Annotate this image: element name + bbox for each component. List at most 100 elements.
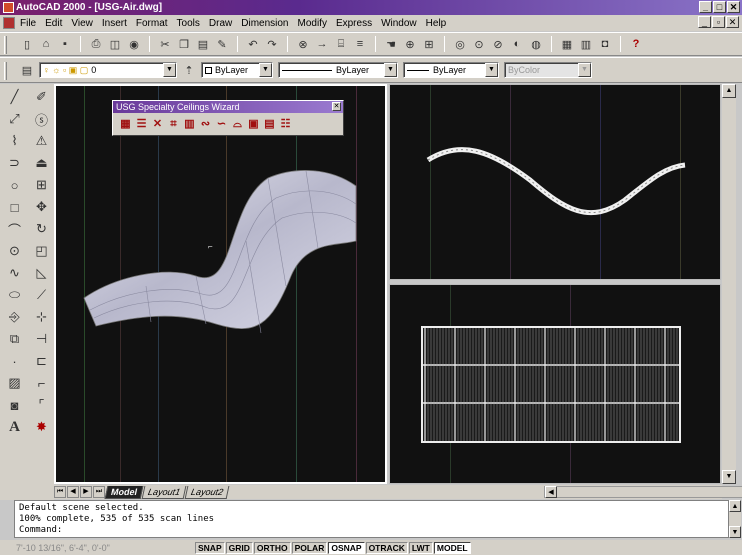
menu-window[interactable]: Window — [381, 18, 417, 29]
pan-icon[interactable]: ☚ — [384, 37, 398, 51]
extend-icon[interactable]: ⊣ — [28, 328, 55, 350]
match-properties-icon[interactable]: ✎ — [215, 37, 229, 51]
autocad-app-icon[interactable] — [3, 2, 14, 13]
menu-insert[interactable]: Insert — [102, 18, 127, 29]
menu-view[interactable]: View — [71, 18, 93, 29]
minimize-button[interactable]: _ — [699, 1, 712, 13]
design-center-icon[interactable]: ▥ — [579, 37, 593, 51]
first-tab-icon[interactable]: ⏮ — [54, 486, 66, 498]
command-window[interactable]: Default scene selected. 100% complete, 5… — [14, 500, 729, 538]
report-icon[interactable]: ▤ — [263, 117, 276, 131]
menu-edit[interactable]: Edit — [45, 18, 62, 29]
point-icon[interactable]: · — [1, 350, 28, 372]
zoom-extents-icon[interactable]: ◍ — [529, 37, 543, 51]
mirror-icon[interactable]: ⚠ — [28, 130, 55, 152]
redo-icon[interactable]: ↷ — [265, 37, 279, 51]
tab-layout2[interactable]: Layout2 — [184, 485, 230, 499]
ellipse-icon[interactable]: ⬭ — [1, 284, 28, 306]
move-icon[interactable]: ✥ — [28, 196, 55, 218]
polyline-icon[interactable]: ⌇ — [1, 130, 28, 152]
wave-pattern-icon[interactable]: ∾ — [199, 117, 212, 131]
help-icon[interactable]: ? — [629, 37, 643, 51]
print-preview-icon[interactable]: ◫ — [108, 37, 122, 51]
toolbar-grip[interactable] — [4, 36, 7, 54]
chevron-down-icon[interactable]: ▼ — [163, 63, 176, 77]
zoom-previous-icon[interactable]: ◐ — [510, 37, 524, 51]
drawing-icon[interactable]: ▣ — [247, 117, 260, 131]
model-toggle[interactable]: MODEL — [433, 541, 471, 554]
viewport-plan[interactable] — [389, 284, 721, 484]
maximize-button[interactable]: □ — [713, 1, 726, 13]
zoom-window-icon[interactable]: ⊞ — [422, 37, 436, 51]
make-layer-current-icon[interactable]: ⇡ — [182, 63, 196, 77]
lineweight-dropdown[interactable]: ByLayer ▼ — [403, 62, 499, 78]
scroll-down-icon[interactable]: ▼ — [729, 526, 741, 538]
settings-icon[interactable]: ☷ — [279, 117, 292, 131]
zoom-realtime-icon[interactable]: ⊕ — [403, 37, 417, 51]
coordinate-readout[interactable]: 7'-10 13/16", 6'-4", 0'-0" — [0, 543, 195, 553]
scale-icon[interactable]: ◰ — [28, 240, 55, 262]
fillet-icon[interactable]: ⌜ — [28, 394, 55, 416]
tile-grid-icon[interactable]: ▥ — [183, 117, 196, 131]
viewport-perspective[interactable]: ⌐ — [54, 84, 387, 484]
tab-model[interactable]: Model — [104, 485, 144, 499]
break-icon[interactable]: ⊏ — [28, 350, 55, 372]
trim-icon[interactable]: ⊹ — [28, 306, 55, 328]
tracking-icon[interactable]: → — [315, 37, 329, 51]
snap-toggle[interactable]: SNAP — [195, 541, 225, 554]
panel-pattern-icon[interactable]: ⌗ — [167, 117, 180, 131]
grid-toggle[interactable]: GRID — [225, 541, 253, 554]
doc-restore-button[interactable]: ▫ — [712, 16, 725, 28]
layer-dropdown[interactable]: ♀ ☼ ▫ ▣ ▢ 0 ▼ — [39, 62, 177, 78]
hyperlink-icon[interactable]: ⊗ — [296, 37, 310, 51]
ortho-toggle[interactable]: ORTHO — [253, 541, 291, 554]
3d-orbit-icon[interactable]: ◎ — [453, 37, 467, 51]
menu-help[interactable]: Help — [426, 18, 447, 29]
polygon-icon[interactable]: ⊃ — [1, 152, 28, 174]
database-icon[interactable]: ◘ — [598, 37, 612, 51]
mtext-icon[interactable]: A — [1, 416, 28, 438]
curve-pattern-icon[interactable]: ∽ — [215, 117, 228, 131]
array-icon[interactable]: ⊞ — [28, 174, 55, 196]
wizard-close-button[interactable]: ✕ — [332, 102, 341, 111]
otrack-toggle[interactable]: OTRACK — [365, 541, 408, 554]
erase-icon[interactable]: ✐ — [28, 86, 55, 108]
document-icon[interactable] — [3, 17, 15, 29]
scroll-up-icon[interactable]: ▲ — [722, 84, 736, 98]
menu-dimension[interactable]: Dimension — [241, 18, 288, 29]
vault-icon[interactable]: ⌓ — [231, 117, 244, 131]
ucs-icon[interactable]: ⌸ — [334, 37, 348, 51]
publish-icon[interactable]: ◉ — [127, 37, 141, 51]
scroll-up-icon[interactable]: ▲ — [729, 500, 741, 512]
paste-icon[interactable]: ▤ — [196, 37, 210, 51]
zoom-out-icon[interactable]: ⊘ — [491, 37, 505, 51]
chevron-down-icon[interactable]: ▼ — [384, 63, 397, 77]
stretch-icon[interactable]: ◺ — [28, 262, 55, 284]
properties-icon[interactable]: ▦ — [560, 37, 574, 51]
close-button[interactable]: ✕ — [727, 1, 740, 13]
zoom-in-icon[interactable]: ⊙ — [472, 37, 486, 51]
cut-icon[interactable]: ✂ — [158, 37, 172, 51]
command-scrollbar[interactable]: ▲ ▼ — [729, 500, 741, 538]
line-icon[interactable]: ╱ — [1, 86, 28, 108]
scroll-down-icon[interactable]: ▼ — [722, 470, 736, 484]
vertical-scrollbar[interactable]: ▲ ▼ — [722, 84, 736, 484]
toolbar-grip[interactable] — [4, 62, 7, 80]
next-tab-icon[interactable]: ▶ — [80, 486, 92, 498]
viewport-elevation[interactable] — [389, 84, 721, 280]
region-icon[interactable]: ◙ — [1, 394, 28, 416]
cross-pattern-icon[interactable]: ✕ — [151, 117, 164, 131]
insert-block-icon[interactable]: ⎆ — [1, 306, 28, 328]
explode-icon[interactable]: ✸ — [28, 416, 55, 438]
menu-draw[interactable]: Draw — [209, 18, 232, 29]
save-icon[interactable]: ▪ — [58, 37, 72, 51]
linetype-dropdown[interactable]: ByLayer ▼ — [278, 62, 398, 78]
lengthen-icon[interactable]: ⟋ — [28, 284, 55, 306]
layers-icon[interactable]: ▤ — [20, 63, 34, 77]
lwt-toggle[interactable]: LWT — [408, 541, 433, 554]
osnap-toggle[interactable]: OSNAP — [328, 541, 365, 554]
spline-icon[interactable]: ∿ — [1, 262, 28, 284]
prev-tab-icon[interactable]: ◀ — [67, 486, 79, 498]
tab-layout1[interactable]: Layout1 — [141, 485, 187, 499]
circle-icon[interactable]: ⊙ — [1, 240, 28, 262]
